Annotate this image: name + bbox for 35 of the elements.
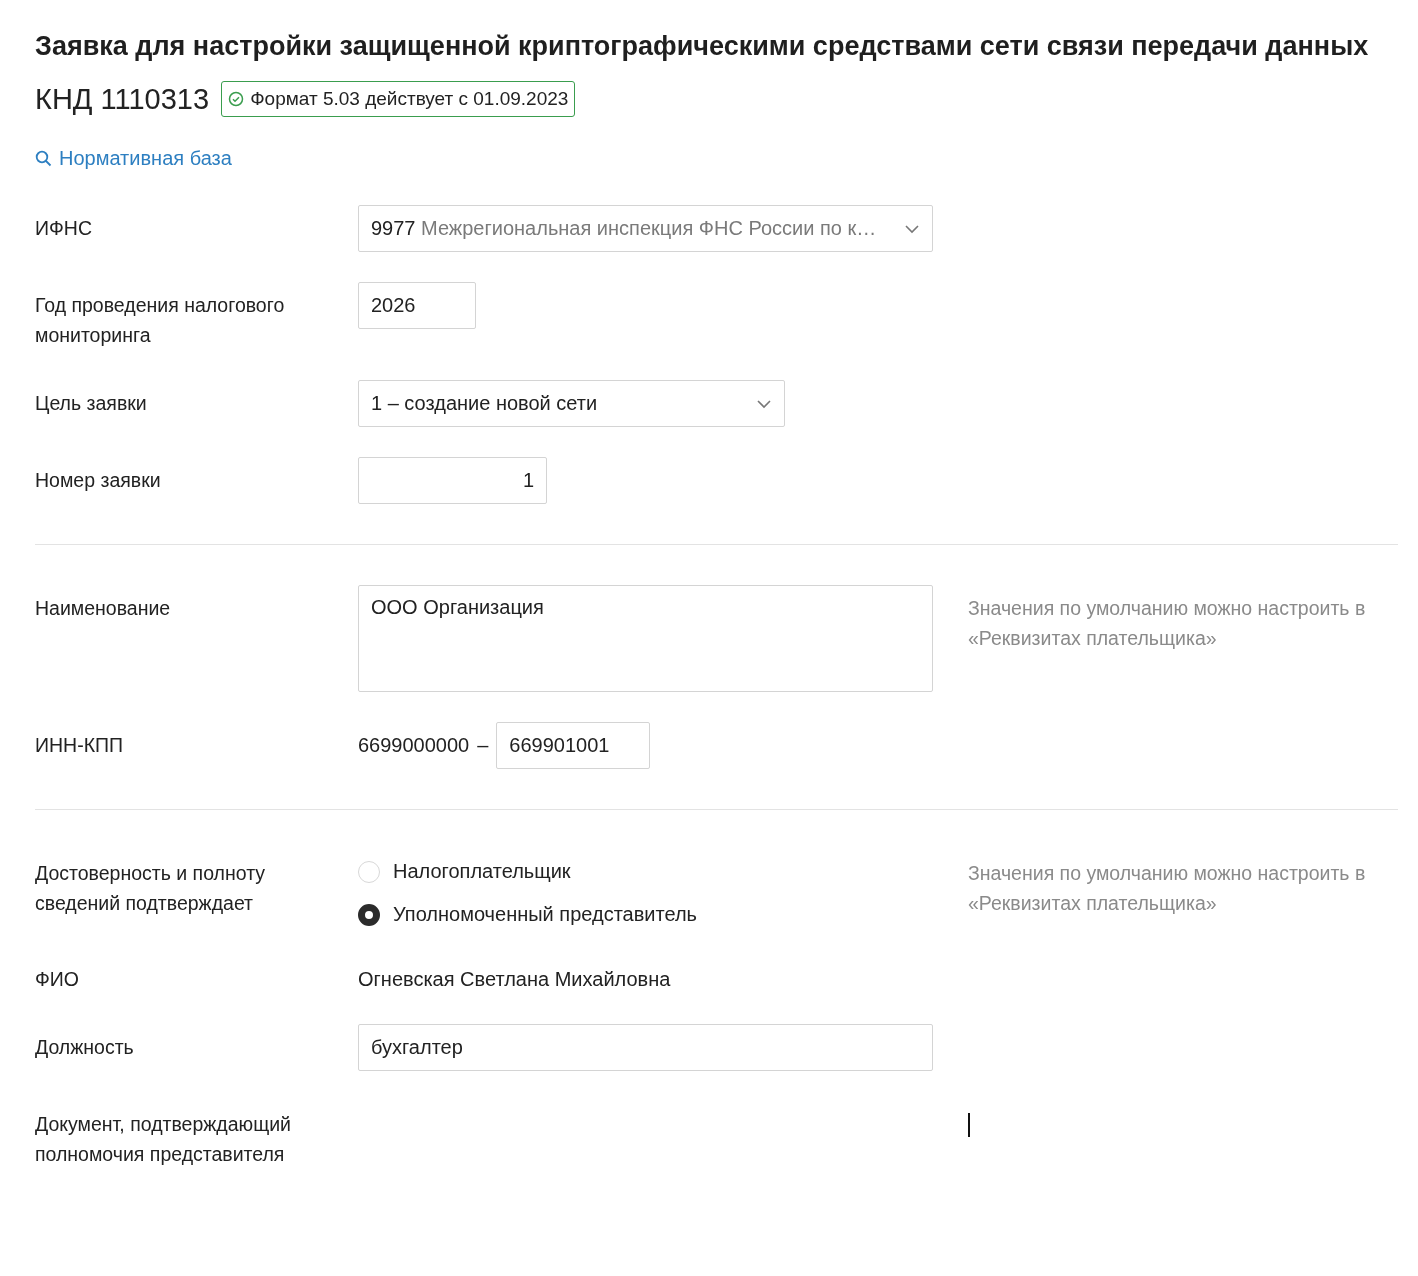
kpp-field[interactable]: 669901001 — [496, 722, 651, 769]
field-label: Документ, подтверждающий полномочия представителя — [35, 1112, 292, 1167]
name-value: Огневская Светлана Михайловна — [358, 967, 672, 992]
select-field[interactable]: 1 – создание новой сети — [358, 380, 785, 427]
textarea-field[interactable]: ООО Организация — [358, 585, 933, 692]
field-label: Достоверность и полноту сведений подтверждает — [35, 861, 267, 916]
text-cursor-icon — [968, 1113, 970, 1137]
radio-unchecked-icon[interactable] — [358, 860, 380, 883]
input-field[interactable]: 2026 — [358, 282, 476, 329]
form-code: КНД 1110313 — [35, 82, 210, 116]
radio-option[interactable]: Уполномоченный представитель — [358, 903, 933, 926]
input-field[interactable]: бухгалтер — [358, 1024, 933, 1071]
field-label: Должность — [35, 1035, 135, 1060]
field-label: Год проведения налогового мониторинга — [35, 293, 286, 348]
input-field[interactable]: 1 — [358, 457, 547, 504]
chevron-down-icon — [756, 398, 772, 409]
field-label: Номер заявки — [35, 468, 162, 493]
radio-option[interactable]: Налогоплательщик — [358, 860, 933, 883]
select-field[interactable]: 9977 Межрегиональная инспекция ФНС России по к… — [358, 205, 933, 252]
format-badge: Формат 5.03 действует с 01.09.2023 — [221, 81, 576, 117]
field-label: ИНН-КПП — [35, 733, 125, 758]
radio-checked-icon[interactable] — [358, 903, 380, 926]
field-label: Наименование — [35, 596, 172, 621]
regulatory-base-link[interactable]: Нормативная база — [35, 147, 232, 170]
field-label: ИФНС — [35, 216, 93, 241]
hint-text: Значения по умолчанию можно настроить в «Реквизитах плательщика» — [967, 861, 1367, 916]
page-title: Заявка для настройки защищенной криптографическими средствами сети связи передачи данных — [35, 30, 1370, 63]
separator-dash: – — [477, 734, 489, 757]
search-icon — [35, 150, 52, 167]
chevron-down-icon — [904, 223, 920, 234]
inn-value: 6699000000 — [358, 734, 470, 757]
field-label: ФИО — [35, 967, 80, 992]
check-circle-icon — [228, 91, 245, 107]
field-label: Цель заявки — [35, 391, 148, 416]
hint-text: Значения по умолчанию можно настроить в «Реквизитах плательщика» — [967, 596, 1367, 651]
